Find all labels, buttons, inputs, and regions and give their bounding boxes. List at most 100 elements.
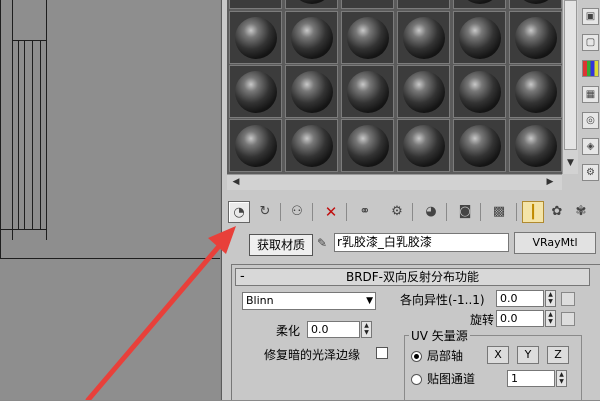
toolbar-separator — [516, 203, 517, 221]
go-to-parent-icon[interactable]: ✿ — [546, 201, 568, 223]
tooltip: 获取材质 — [249, 234, 313, 256]
scroll-down-arrow-icon[interactable]: ▼ — [564, 155, 577, 171]
axis-x-button[interactable]: X — [487, 346, 509, 364]
horizontal-scrollbar[interactable]: ◀ ▶ — [227, 174, 562, 190]
copy-material-icon[interactable]: ⚭ — [354, 201, 376, 223]
sample-slot[interactable] — [509, 119, 562, 172]
axis-z-button[interactable]: Z — [547, 346, 569, 364]
rollout-title: BRDF-双向反射分布功能 — [345, 270, 480, 284]
viewport[interactable] — [0, 0, 220, 400]
anisotropy-map-button[interactable] — [561, 292, 575, 306]
sample-slot[interactable] — [341, 0, 394, 9]
map-channel-label: 贴图通道 — [427, 372, 476, 386]
options-icon[interactable]: ⚙ — [582, 164, 599, 181]
brdf-rollout: - BRDF-双向反射分布功能 Blinn ▼ 各向异性(-1..1) 0.0 … — [231, 264, 600, 401]
backlight-icon[interactable]: ▢ — [582, 34, 599, 51]
sample-slot[interactable] — [285, 119, 338, 172]
material-name-field[interactable]: r乳胶漆_白乳胶漆 ▼ — [334, 233, 509, 252]
material-id-channel-icon[interactable]: ◙ — [454, 201, 476, 223]
sample-slot[interactable] — [229, 119, 282, 172]
pick-material-icon[interactable]: ✎ — [312, 234, 332, 252]
sample-slot[interactable] — [397, 11, 450, 64]
rotation-field[interactable]: 0.0 — [496, 310, 544, 327]
soften-field[interactable]: 0.0 — [307, 321, 360, 338]
assign-to-selection-icon[interactable]: ⚇ — [286, 201, 308, 223]
wireframe-line — [12, 0, 13, 240]
sample-slot[interactable] — [453, 11, 506, 64]
uv-source-title: UV 矢量源 — [409, 327, 470, 344]
sample-slot[interactable] — [341, 65, 394, 118]
soften-label: 柔化 — [276, 324, 301, 338]
wireframe-line — [46, 0, 47, 240]
sample-slot[interactable] — [229, 65, 282, 118]
make-preview-icon[interactable]: ◈ — [582, 138, 599, 155]
local-axis-radio[interactable] — [411, 351, 422, 362]
scrollbar-thumb[interactable] — [564, 0, 577, 150]
uv-source-group: UV 矢量源 局部轴 X Y Z 贴图通道 1 ▲ ▼ — [404, 327, 582, 401]
wireframe-line — [40, 40, 41, 230]
sample-slot[interactable] — [509, 0, 562, 9]
fix-dark-edges-checkbox[interactable] — [376, 347, 388, 359]
map-channel-radio[interactable] — [411, 374, 422, 385]
shader-type-dropdown[interactable]: Blinn ▼ — [242, 292, 376, 310]
vertical-scrollbar[interactable]: ▼ — [562, 0, 578, 174]
wireframe-line — [0, 258, 220, 259]
sample-slot[interactable] — [453, 0, 506, 9]
show-map-icon[interactable]: ▩ — [488, 201, 510, 223]
delete-icon[interactable]: ✕ — [320, 201, 342, 223]
scroll-left-arrow-icon[interactable]: ◀ — [229, 176, 243, 189]
make-unique-icon[interactable]: ⚙ — [386, 201, 408, 223]
sample-slot[interactable] — [509, 11, 562, 64]
scroll-right-arrow-icon[interactable]: ▶ — [543, 176, 557, 189]
sample-slot[interactable] — [229, 11, 282, 64]
map-channel-spinner[interactable]: ▲ ▼ — [556, 370, 567, 387]
rotation-spinner[interactable]: ▲ ▼ — [545, 310, 556, 327]
sample-slot[interactable] — [341, 119, 394, 172]
shader-type-value: Blinn — [246, 294, 274, 307]
show-end-result-icon[interactable]: ┃ — [522, 201, 544, 223]
sample-slot[interactable] — [397, 65, 450, 118]
material-type-button[interactable]: VRayMtl — [514, 232, 596, 254]
wireframe-line — [24, 40, 25, 230]
sample-type-icon[interactable]: ▣ — [582, 8, 599, 25]
put-to-scene-icon[interactable]: ↻ — [254, 201, 276, 223]
put-to-library-icon[interactable]: ◕ — [420, 201, 442, 223]
rotation-map-button[interactable] — [561, 312, 575, 326]
axis-y-button[interactable]: Y — [517, 346, 539, 364]
fix-dark-edges-label: 修复暗的光泽边缘 — [264, 348, 361, 362]
sample-slot[interactable] — [397, 119, 450, 172]
toolbar-separator — [280, 203, 281, 221]
sample-slot[interactable] — [285, 0, 338, 9]
anisotropy-spinner[interactable]: ▲ ▼ — [545, 290, 556, 307]
anisotropy-label: 各向异性(-1..1) — [400, 293, 485, 307]
sample-slot[interactable] — [397, 0, 450, 9]
soften-spinner[interactable]: ▲ ▼ — [361, 321, 372, 338]
uv-tiling-icon[interactable]: ▦ — [582, 86, 599, 103]
rollout-header[interactable]: - BRDF-双向反射分布功能 — [235, 268, 590, 286]
side-toolbar: ▣ ▢ ▦ ◎ ◈ ⚙ — [580, 0, 600, 200]
sample-slot[interactable] — [509, 65, 562, 118]
sample-slot[interactable] — [285, 65, 338, 118]
wireframe-line — [0, 0, 1, 258]
background-icon[interactable] — [582, 60, 599, 77]
toolbar-separator — [446, 203, 447, 221]
sample-slot[interactable] — [285, 11, 338, 64]
sample-slot[interactable] — [341, 11, 394, 64]
wireframe-line — [32, 40, 33, 230]
sample-slot[interactable] — [229, 0, 282, 9]
wireframe-line — [12, 40, 46, 41]
local-axis-label: 局部轴 — [427, 349, 464, 363]
anisotropy-field[interactable]: 0.0 — [496, 290, 544, 307]
get-material-icon[interactable]: ◔ — [228, 201, 250, 223]
video-color-check-icon[interactable]: ◎ — [582, 112, 599, 129]
chevron-down-icon[interactable]: ▼ — [366, 293, 373, 309]
sample-slot[interactable] — [453, 119, 506, 172]
wireframe-line — [18, 40, 19, 230]
map-channel-field[interactable]: 1 — [507, 370, 555, 387]
wireframe-line — [0, 229, 46, 230]
collapse-icon[interactable]: - — [240, 269, 245, 285]
go-forward-icon[interactable]: ✾ — [570, 201, 592, 223]
material-name-row: ✎ r乳胶漆_白乳胶漆 ▼ VRayMtl — [312, 232, 600, 254]
sample-slot[interactable] — [453, 65, 506, 118]
toolbar-separator — [412, 203, 413, 221]
